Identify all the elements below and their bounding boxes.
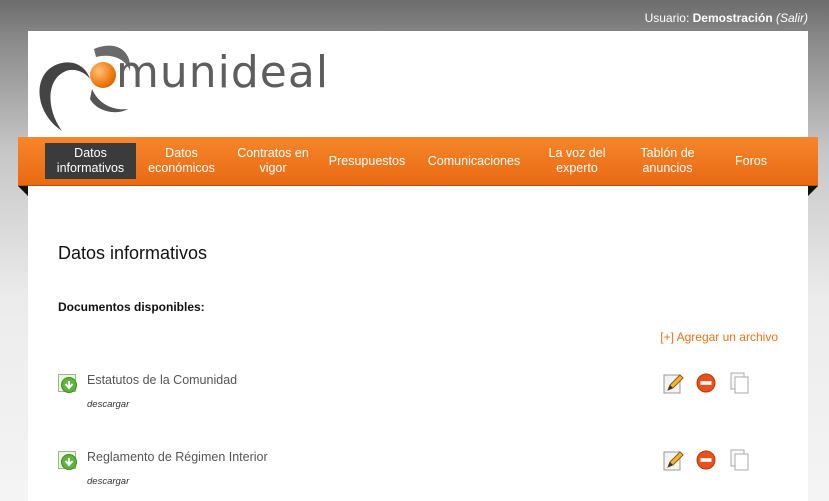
user-name: Demostración — [692, 11, 773, 25]
list-item: Reglamento de Régimen Interior descargar — [58, 449, 778, 493]
copy-document-icon[interactable] — [728, 449, 750, 471]
nav-fold-left — [18, 186, 28, 196]
user-bar: Usuario: Demostración (Salir) — [645, 11, 808, 25]
header: munideal — [28, 31, 808, 137]
green-document-icon — [58, 374, 77, 393]
copy-document-icon[interactable] — [728, 372, 750, 394]
logout-link[interactable]: (Salir) — [776, 11, 808, 25]
nav-foros[interactable]: Foros — [726, 143, 776, 179]
logo-ball-icon — [90, 62, 116, 88]
nav-la-voz-del-experto[interactable]: La voz del experto — [542, 143, 612, 179]
logo-text: munideal — [116, 47, 330, 98]
document-title[interactable]: Estatutos de la Comunidad — [87, 373, 237, 387]
user-label: Usuario: — [644, 11, 690, 25]
edit-pencil-icon[interactable] — [663, 372, 685, 394]
nav-tablon-de-anuncios[interactable]: Tablón de anuncios — [630, 143, 705, 179]
delete-icon[interactable] — [695, 449, 717, 471]
logo[interactable]: munideal — [32, 41, 332, 131]
download-link[interactable]: descargar — [87, 399, 129, 410]
nav-datos-informativos[interactable]: Datos informativos — [45, 143, 136, 179]
nav-presupuestos[interactable]: Presupuestos — [324, 143, 410, 179]
green-document-icon — [58, 451, 77, 470]
nav-datos-economicos[interactable]: Datos económicos — [144, 143, 219, 179]
delete-icon[interactable] — [695, 372, 717, 394]
main-nav: Datos informativos Datos económicos Cont… — [18, 137, 818, 186]
nav-contratos-en-vigor[interactable]: Contratos en vigor — [231, 143, 315, 179]
nav-comunicaciones[interactable]: Comunicaciones — [422, 143, 526, 179]
main-content: Datos informativos Documentos disponible… — [28, 186, 808, 501]
edit-pencil-icon[interactable] — [663, 449, 685, 471]
nav-fold-right — [808, 186, 818, 196]
page-title: Datos informativos — [58, 243, 208, 263]
add-file-link[interactable]: [+] Agregar un archivo — [660, 330, 778, 344]
documents-heading: Documentos disponibles: — [58, 300, 205, 314]
document-title[interactable]: Reglamento de Régimen Interior — [87, 450, 268, 464]
list-item: Estatutos de la Comunidad descargar — [58, 372, 778, 416]
download-link[interactable]: descargar — [87, 476, 129, 487]
